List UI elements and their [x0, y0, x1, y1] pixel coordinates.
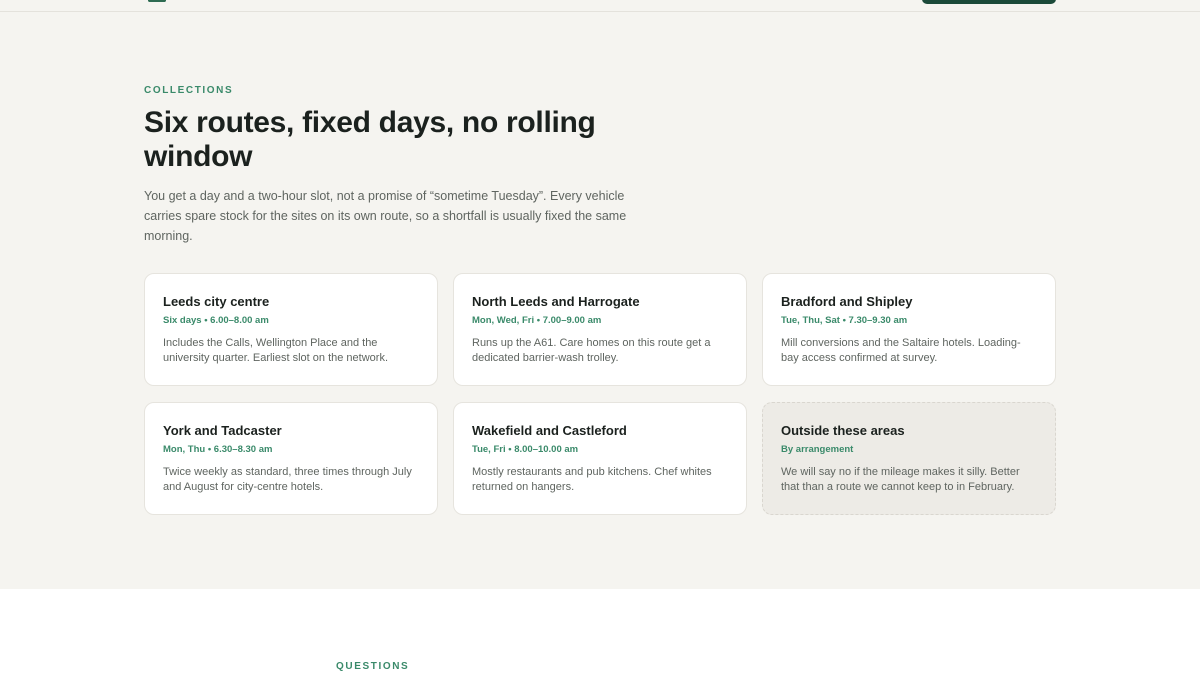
- section-heading: Six routes, fixed days, no rolling windo…: [144, 106, 596, 173]
- route-description: Runs up the A61. Care homes on this rout…: [472, 337, 711, 364]
- route-schedule: Tue, Fri • 8.00–10.00 am: [472, 444, 579, 455]
- route-description: We will say no if the mileage makes it s…: [781, 466, 1020, 493]
- route-card-bradford-shipley: Bradford and Shipley Tue, Thu, Sat • 7.3…: [762, 273, 1056, 386]
- top-navigation-bar: [0, 0, 1200, 12]
- section-intro: You get a day and a two-hour slot, not a…: [144, 189, 627, 243]
- route-title: Leeds city centre: [163, 294, 270, 309]
- route-card-york-tadcaster: York and Tadcaster Mon, Thu • 6.30–8.30 …: [144, 402, 438, 515]
- route-schedule: Mon, Thu • 6.30–8.30 am: [163, 444, 273, 455]
- route-title: North Leeds and Harrogate: [472, 294, 640, 309]
- route-card-wakefield-castleford: Wakefield and Castleford Tue, Fri • 8.00…: [453, 402, 747, 515]
- route-description: Includes the Calls, Wellington Place and…: [163, 337, 388, 364]
- route-card-leeds-city-centre: Leeds city centre Six days • 6.00–8.00 a…: [144, 273, 438, 386]
- route-schedule: Mon, Wed, Fri • 7.00–9.00 am: [472, 315, 602, 326]
- section-eyebrow: COLLECTIONS: [144, 85, 234, 96]
- route-description: Mostly restaurants and pub kitchens. Che…: [472, 466, 712, 493]
- route-title: Bradford and Shipley: [781, 294, 913, 309]
- route-schedule: Tue, Thu, Sat • 7.30–9.30 am: [781, 315, 908, 326]
- route-title: Wakefield and Castleford: [472, 423, 627, 438]
- route-card-outside-areas: Outside these areas By arrangement We wi…: [762, 402, 1056, 515]
- questions-eyebrow: QUESTIONS: [336, 661, 410, 672]
- route-description: Mill conversions and the Saltaire hotels…: [781, 337, 1021, 364]
- route-schedule: Six days • 6.00–8.00 am: [163, 315, 269, 326]
- logo-icon[interactable]: [148, 0, 166, 2]
- route-title: York and Tadcaster: [163, 423, 282, 438]
- header-cta-button[interactable]: [922, 0, 1056, 4]
- collections-section: COLLECTIONS Six routes, fixed days, no r…: [0, 12, 1200, 589]
- route-description: Twice weekly as standard, three times th…: [163, 466, 412, 493]
- route-title: Outside these areas: [781, 423, 905, 438]
- route-schedule: By arrangement: [781, 444, 854, 455]
- route-card-north-leeds-harrogate: North Leeds and Harrogate Mon, Wed, Fri …: [453, 273, 747, 386]
